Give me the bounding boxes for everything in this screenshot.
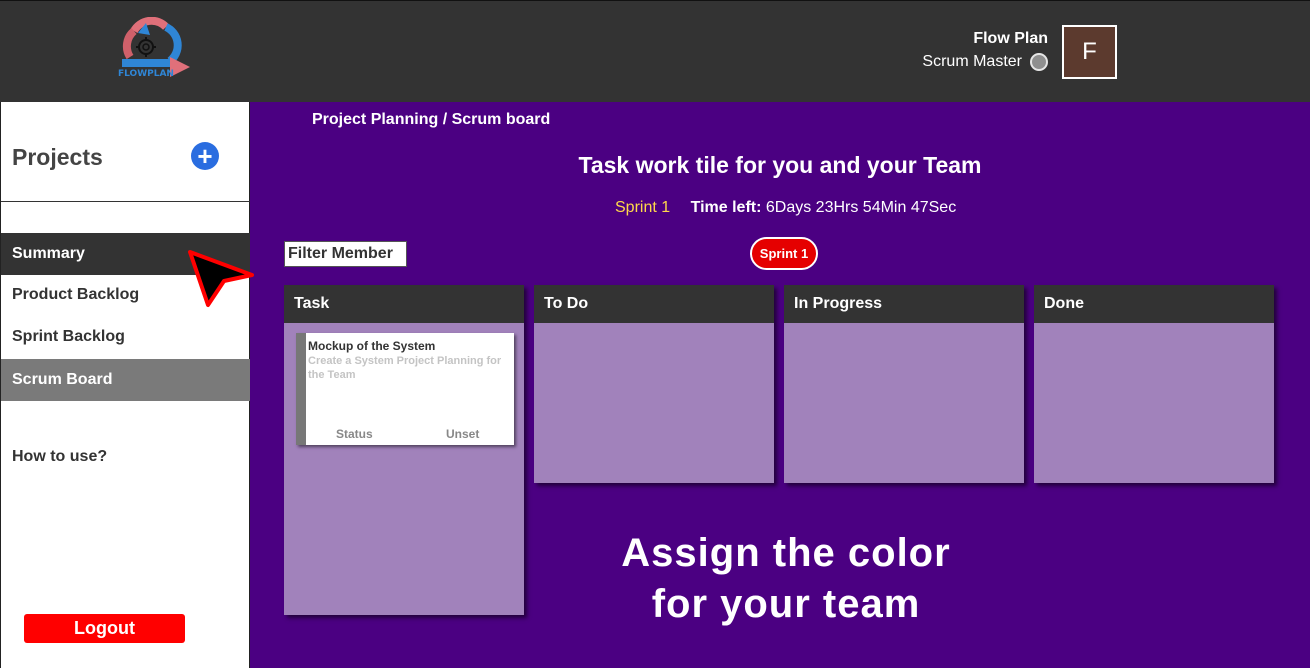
card-description: Create a System Project Planning for the… bbox=[308, 355, 502, 381]
column-header-task: Task bbox=[284, 285, 524, 323]
promo-caption: Assign the color for your team bbox=[560, 528, 1012, 630]
column-done: Done bbox=[1034, 285, 1274, 483]
sidebar: Projects + Summary Product Backlog Sprin… bbox=[0, 102, 250, 668]
column-task: Task Mockup of the System Create a Syste… bbox=[284, 285, 524, 615]
promo-line-1: Assign the color bbox=[621, 531, 951, 575]
breadcrumb: Project Planning / Scrum board bbox=[312, 111, 551, 128]
card-status-value[interactable]: Unset bbox=[446, 427, 479, 441]
user-name: Flow Plan bbox=[973, 30, 1048, 47]
column-header-done: Done bbox=[1034, 285, 1274, 323]
user-role-row: Scrum Master bbox=[922, 53, 1048, 71]
card-status-label: Status bbox=[336, 427, 373, 441]
page-title: Task work tile for you and your Team bbox=[578, 152, 982, 178]
top-header: FLOWPLAN Flow Plan Scrum Master F bbox=[0, 0, 1310, 102]
column-header-todo: To Do bbox=[534, 285, 774, 323]
column-in-progress: In Progress bbox=[784, 285, 1024, 483]
promo-line-2: for your team bbox=[651, 582, 921, 626]
projects-title: Projects bbox=[12, 144, 103, 170]
logo-text: FLOWPLAN bbox=[118, 69, 174, 79]
sidebar-item-scrum-board[interactable]: Scrum Board bbox=[1, 359, 250, 401]
sprint-timer: Sprint 1 Time left: 6Days 23Hrs 54Min 47… bbox=[615, 199, 956, 217]
sprint-badge[interactable]: Sprint 1 bbox=[750, 237, 818, 270]
card-title: Mockup of the System bbox=[308, 339, 436, 353]
logout-button[interactable]: Logout bbox=[24, 614, 185, 643]
time-left-label: Time left: bbox=[690, 199, 762, 216]
sidebar-item-sprint-backlog[interactable]: Sprint Backlog bbox=[1, 316, 250, 358]
flowplan-logo[interactable]: FLOWPLAN bbox=[116, 16, 194, 83]
how-to-use-link[interactable]: How to use? bbox=[12, 448, 107, 466]
user-info: Flow Plan Scrum Master bbox=[922, 30, 1048, 71]
time-left-value: 6Days 23Hrs 54Min 47Sec bbox=[765, 199, 957, 216]
filter-member-button[interactable]: Filter Member bbox=[284, 241, 407, 267]
column-header-in-progress: In Progress bbox=[784, 285, 1024, 323]
task-card[interactable]: Mockup of the System Create a System Pro… bbox=[296, 333, 514, 445]
add-project-button[interactable]: + bbox=[191, 142, 219, 170]
plus-icon: + bbox=[197, 141, 213, 171]
pointer-cursor-icon bbox=[188, 250, 254, 307]
avatar[interactable]: F bbox=[1062, 25, 1117, 79]
sprint-label: Sprint 1 bbox=[615, 199, 671, 216]
user-role: Scrum Master bbox=[922, 53, 1022, 70]
status-indicator-icon bbox=[1030, 53, 1048, 71]
projects-header: Projects + bbox=[1, 102, 250, 202]
column-todo: To Do bbox=[534, 285, 774, 483]
